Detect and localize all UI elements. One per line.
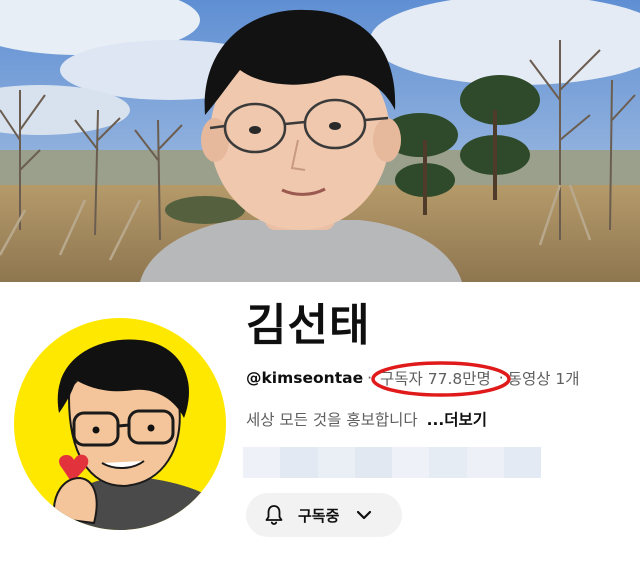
description-text: 세상 모든 것을 홍보합니다 [246,411,418,429]
bell-icon [262,503,286,527]
channel-name: 김선태 [246,300,371,351]
channel-handle[interactable]: @kimseontae [246,369,363,387]
video-count: 동영상 1개 [507,370,580,388]
meta-separator: · [367,369,373,387]
more-link[interactable]: ...더보기 [427,411,487,429]
subscribed-button[interactable]: 구독중 [246,493,402,537]
obscured-links-bar [243,447,541,478]
subscriber-count-wrap: 구독자 77.8만명 [371,361,511,397]
subscriber-count: 구독자 77.8만명 [380,370,491,388]
channel-banner [0,0,640,282]
banner-photo [0,0,640,282]
channel-description[interactable]: 세상 모든 것을 홍보합니다 ...더보기 [246,408,487,430]
channel-avatar[interactable] [14,318,226,530]
subscribed-label: 구독중 [298,506,340,525]
meta-separator-2: · [498,369,504,387]
avatar-illustration [14,318,226,530]
channel-meta: @kimseontae · 구독자 77.8만명 · 동영상 1개 [246,361,580,397]
chevron-down-icon [353,504,375,526]
